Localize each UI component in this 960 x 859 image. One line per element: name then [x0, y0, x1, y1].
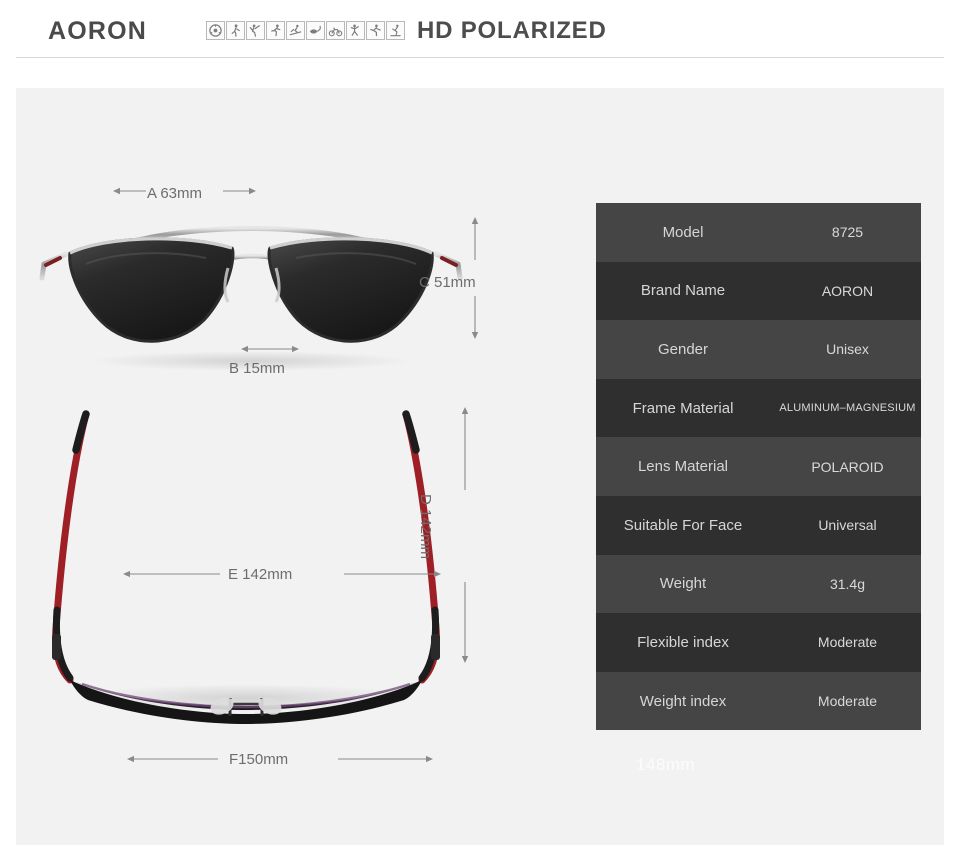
- spec-value: Moderate: [817, 693, 878, 710]
- table-row: Brand Name AORON: [596, 261, 921, 321]
- spec-value: AORON: [821, 282, 874, 299]
- spec-value: Unisex: [826, 341, 869, 358]
- table-row: Suitable For Face Universal: [596, 495, 921, 555]
- activity-icon-strip: [206, 21, 405, 40]
- sunglasses-top-view: [26, 398, 466, 728]
- spec-value: Universal: [818, 517, 877, 534]
- watermark-148mm: 148mm: [636, 755, 696, 774]
- spec-key: Frame Material: [632, 399, 734, 417]
- dimension-label-d: D 142mm: [417, 494, 434, 560]
- dimension-label-f: F150mm: [229, 751, 289, 768]
- spec-key: Weight index: [639, 692, 727, 710]
- page-header: AORON HD POLARIZED: [0, 0, 960, 58]
- fishing-icon: [306, 21, 325, 40]
- spec-value: 8725: [831, 224, 864, 241]
- spec-key: Flexible index: [637, 633, 729, 651]
- spec-value: POLAROID: [811, 458, 884, 475]
- skiing-icon: [286, 21, 305, 40]
- table-row: Gender Unisex: [596, 320, 921, 379]
- golf-icon: [246, 21, 265, 40]
- table-row: Model 8725: [596, 203, 921, 262]
- spec-value: 31.4g: [829, 575, 866, 592]
- header-divider: [16, 57, 944, 58]
- dimension-arrow-d: [458, 406, 472, 664]
- tagline-hd-polarized: HD POLARIZED: [417, 17, 607, 44]
- steering-wheel-icon: [206, 21, 225, 40]
- cycling-icon: [326, 21, 345, 40]
- table-row: Weight index Moderate: [596, 671, 921, 731]
- spec-key: Weight: [659, 575, 707, 593]
- dimension-arrow-b: [240, 343, 300, 355]
- dimension-label-b: B 15mm: [229, 360, 285, 377]
- soccer-icon: [366, 21, 385, 40]
- spec-key: Suitable For Face: [623, 516, 743, 534]
- spec-key: Brand Name: [640, 282, 726, 300]
- content-panel: A 63mm C 51mm B 15mm D 142mm E 142mm F15…: [16, 88, 944, 845]
- spec-key: Lens Material: [637, 458, 729, 476]
- table-row: Flexible index Moderate: [596, 613, 921, 672]
- table-row: Weight 31.4g: [596, 554, 921, 614]
- dimension-label-c: C 51mm: [419, 274, 476, 291]
- running-icon: [266, 21, 285, 40]
- spec-key: Gender: [657, 340, 709, 358]
- spec-value: Moderate: [817, 634, 878, 651]
- spec-value: ALUMINUM–MAGNESIUM: [779, 402, 916, 415]
- table-row: Frame Material ALUMINUM–MAGNESIUM: [596, 378, 921, 438]
- brand-logo: AORON: [48, 17, 148, 45]
- dimension-label-e: E 142mm: [228, 566, 293, 583]
- spec-key: Model: [662, 223, 704, 241]
- climbing-icon: [346, 21, 365, 40]
- specification-table: Model 8725 Brand Name AORON Gender Unise…: [596, 203, 921, 731]
- table-row: Lens Material POLAROID: [596, 437, 921, 496]
- skating-icon: [386, 21, 405, 40]
- walking-icon: [226, 21, 245, 40]
